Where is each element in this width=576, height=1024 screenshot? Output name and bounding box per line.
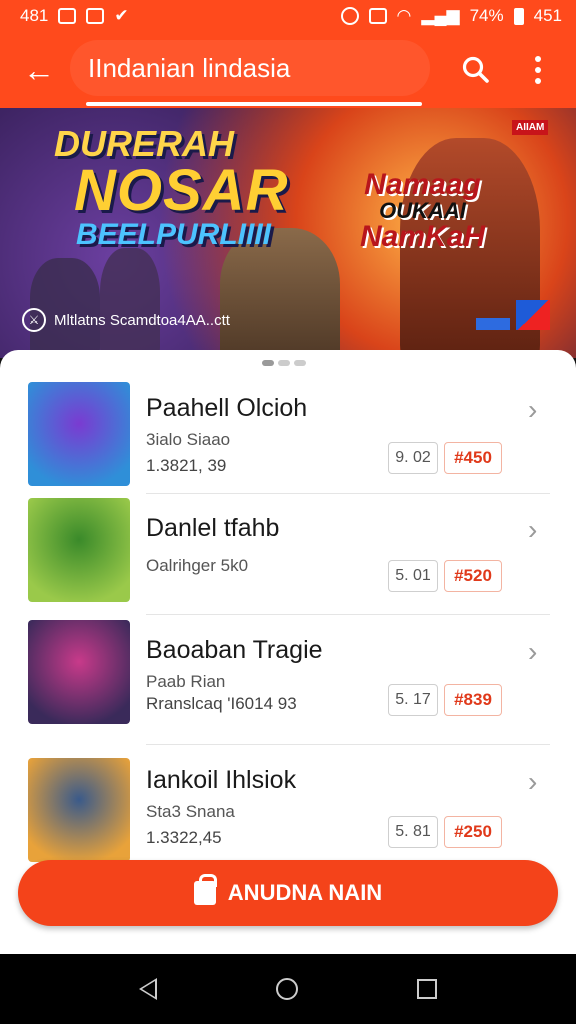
banner-title-line2: NOSAR bbox=[74, 158, 289, 223]
item-subtitle: Sta3 Snana bbox=[146, 802, 235, 821]
banner-title: DURERAH NOSAR BEELPURLIIII bbox=[54, 126, 288, 250]
item-subtitle: Paab Rian bbox=[146, 672, 226, 691]
item-subtitle: 3ialo Siaao bbox=[146, 430, 231, 449]
banner-title-line1: DURERAH bbox=[54, 123, 234, 164]
banner-age-badge bbox=[516, 300, 550, 330]
item-title: Baoaban Tragie bbox=[146, 636, 323, 664]
promo-banner[interactable]: DURERAH NOSAR BEELPURLIIII Namaag OUKAAI… bbox=[0, 108, 576, 358]
item-title: Danlel tfahb bbox=[146, 514, 280, 542]
nfc-icon bbox=[368, 8, 387, 24]
twitter-icon: ✔ bbox=[114, 6, 129, 25]
status-left: 481 ✔ bbox=[20, 6, 129, 26]
search-icon bbox=[462, 56, 489, 83]
battery-percent: 74% bbox=[469, 6, 504, 25]
notification-icon bbox=[58, 8, 77, 24]
chevron-right-icon: › bbox=[528, 766, 538, 797]
item-title: Iankoil Ihlsiok bbox=[146, 766, 297, 794]
status-right-time: 451 bbox=[533, 6, 562, 25]
item-thumbnail bbox=[28, 498, 130, 602]
banner-side-line2: OUKAAI bbox=[379, 198, 466, 223]
item-quantity[interactable]: 5. 81 bbox=[388, 816, 438, 848]
status-bar: 481 ✔ ◠ ▂▄▆ 74% 451 bbox=[0, 0, 576, 32]
item-price-button[interactable]: #839 bbox=[444, 684, 502, 716]
arrow-left-icon: ← bbox=[23, 51, 55, 88]
banner-side-line1: Namaag bbox=[364, 168, 481, 201]
banner-title-line3: BEELPURLIIII bbox=[76, 218, 272, 251]
signal-icon: ▂▄▆ bbox=[421, 6, 460, 25]
banner-publisher-badge bbox=[476, 318, 510, 330]
shopping-bag-icon bbox=[193, 874, 217, 905]
system-nav-bar bbox=[0, 954, 576, 1024]
item-quantity[interactable]: 5. 01 bbox=[388, 560, 438, 592]
list-item[interactable]: Baoaban Tragie Paab Rian Rranslcaq 'I601… bbox=[0, 592, 576, 745]
app-bar: ← IIndanian lindasia bbox=[0, 32, 576, 108]
nav-home-icon[interactable] bbox=[275, 978, 298, 1000]
list-item[interactable]: Danlel tfahb Oalrihger 5k0 › 5. 01 #520 bbox=[0, 470, 576, 615]
back-button[interactable]: ← bbox=[0, 32, 78, 108]
wifi-icon: ◠ bbox=[396, 6, 412, 25]
item-thumbnail bbox=[28, 620, 130, 724]
title-underline bbox=[86, 102, 422, 106]
item-thumbnail bbox=[28, 758, 130, 862]
chevron-right-icon: › bbox=[528, 514, 538, 545]
title-field[interactable]: IIndanian lindasia bbox=[70, 40, 430, 96]
nav-back-icon[interactable] bbox=[139, 978, 158, 1000]
banner-side-title: Namaag OUKAAI NamKaH bbox=[360, 170, 485, 252]
item-price-button[interactable]: #250 bbox=[444, 816, 502, 848]
chevron-right-icon: › bbox=[528, 394, 538, 425]
item-detail: 1.3322,45 bbox=[146, 828, 222, 847]
status-right: ◠ ▂▄▆ 74% 451 bbox=[340, 6, 562, 26]
buy-now-button[interactable]: ANUDNA NAIN bbox=[18, 860, 558, 926]
list-item[interactable]: Paahell Olcioh 3ialo Siaao 1.3821, 39 › … bbox=[0, 350, 576, 494]
page-title: IIndanian lindasia bbox=[88, 52, 291, 83]
publisher-logo-icon: ⚔ bbox=[22, 308, 46, 332]
banner-character bbox=[100, 248, 160, 358]
buy-now-label: ANUDNA NAIN bbox=[227, 880, 383, 905]
chevron-right-icon: › bbox=[528, 636, 538, 667]
banner-caption-text: Mltlatns Scamdtoa4AA..ctt bbox=[54, 311, 230, 329]
status-time: 481 bbox=[20, 6, 49, 25]
item-subtitle: Oalrihger 5k0 bbox=[146, 556, 249, 575]
more-vert-icon bbox=[535, 56, 541, 62]
battery-icon bbox=[513, 7, 524, 25]
banner-caption: ⚔ Mltlatns Scamdtoa4AA..ctt bbox=[22, 308, 230, 332]
item-price-button[interactable]: #520 bbox=[444, 560, 502, 592]
item-title: Paahell Olcioh bbox=[146, 394, 308, 422]
opera-icon bbox=[340, 7, 359, 25]
banner-rating-badge: AIIAM bbox=[512, 120, 549, 135]
item-detail: Rranslcaq 'I6014 93 bbox=[146, 694, 297, 713]
more-options-button[interactable] bbox=[516, 46, 560, 94]
app-notification-icon bbox=[86, 8, 105, 24]
list-item[interactable]: Iankoil Ihlsiok Sta3 Snana 1.3322,45 › 5… bbox=[0, 722, 576, 862]
nav-recents-icon[interactable] bbox=[416, 979, 437, 999]
item-quantity[interactable]: 5. 17 bbox=[388, 684, 438, 716]
banner-side-line3: NamKaH bbox=[360, 220, 486, 253]
search-button[interactable] bbox=[452, 46, 500, 94]
